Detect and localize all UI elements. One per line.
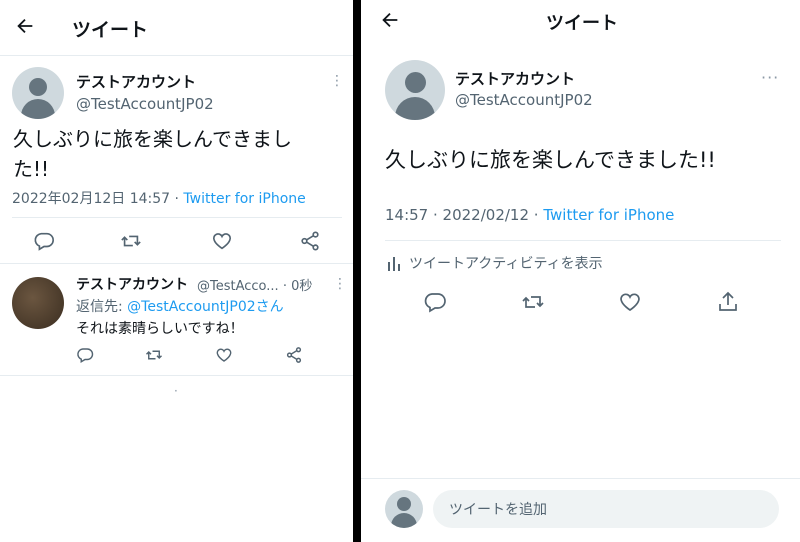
- reply-avatar[interactable]: [12, 277, 64, 329]
- replying-to-link[interactable]: @TestAccountJP02さん: [127, 299, 283, 315]
- tweet-activity-link[interactable]: ツイートアクティビティを表示: [387, 253, 603, 273]
- display-name[interactable]: テストアカウント: [76, 71, 196, 92]
- more-options-button[interactable]: ···: [761, 68, 779, 87]
- like-icon: [618, 290, 642, 314]
- reply-button[interactable]: [423, 290, 447, 318]
- left-panel: ツイート テストアカウント @TestAccountJP02 ⋮ 久しぶりに旅を…: [0, 0, 353, 542]
- reply-more-options-button[interactable]: ⋮: [333, 276, 348, 292]
- meta-dot-2: ·: [529, 206, 544, 224]
- user-handle[interactable]: @TestAccountJP02: [455, 91, 593, 109]
- avatar[interactable]: [12, 67, 64, 119]
- share-icon: [299, 230, 321, 252]
- like-button[interactable]: [618, 290, 642, 318]
- share-button[interactable]: [716, 290, 740, 318]
- share-button[interactable]: [299, 230, 321, 256]
- reply-handle-time[interactable]: @TestAcco... · 0秒: [197, 275, 312, 294]
- retweet-icon: [120, 230, 142, 252]
- tweet-text-line-1: 久しぶりに旅を楽しんできまし: [13, 127, 292, 151]
- back-button[interactable]: [14, 15, 36, 41]
- tweet-source-link[interactable]: Twitter for iPhone: [543, 206, 674, 224]
- reply-composer-input[interactable]: ツイートを追加: [433, 490, 779, 528]
- display-name[interactable]: テストアカウント: [455, 68, 575, 89]
- reply-share-button[interactable]: [285, 346, 303, 368]
- reply-icon: [33, 230, 55, 252]
- tweet-text: 久しぶりに旅を楽しんできまし た!!: [13, 124, 292, 184]
- tweet-source-link[interactable]: Twitter for iPhone: [183, 191, 305, 207]
- reply-button[interactable]: [33, 230, 55, 256]
- replying-to: 返信先: @TestAccountJP02さん: [76, 296, 284, 316]
- share-upload-icon: [716, 290, 740, 314]
- like-button[interactable]: [211, 230, 233, 256]
- tweet-time: 14:57: [385, 206, 429, 224]
- more-options-button[interactable]: ⋮: [330, 73, 345, 89]
- back-arrow-icon: [14, 15, 36, 37]
- analytics-icon: [387, 255, 401, 271]
- retweet-button[interactable]: [521, 290, 545, 318]
- like-icon: [215, 346, 233, 364]
- tweet-datetime: 2022年02月12日 14:57: [12, 191, 171, 207]
- retweet-icon: [521, 290, 545, 314]
- panel-divider: [353, 0, 361, 542]
- like-icon: [211, 230, 233, 252]
- retweet-button[interactable]: [120, 230, 142, 256]
- back-button[interactable]: [379, 9, 401, 35]
- reply-text: それは素晴らしいですね！: [76, 321, 244, 337]
- avatar[interactable]: [385, 60, 445, 120]
- share-icon: [285, 346, 303, 364]
- header-divider: [0, 55, 353, 56]
- meta-divider: [12, 217, 342, 218]
- tweet-text-line-2: た!!: [13, 157, 50, 181]
- tweet-meta: 14:57 · 2022/02/12 · Twitter for iPhone: [385, 206, 674, 224]
- tweet-activity-label: ツイートアクティビティを表示: [409, 256, 603, 272]
- loading-dot: ·: [174, 384, 178, 398]
- composer-avatar: [385, 490, 423, 528]
- meta-dot-1: ·: [428, 206, 443, 224]
- tweet-text: 久しぶりに旅を楽しんできました!!: [385, 148, 716, 172]
- reply-reply-button[interactable]: [76, 346, 94, 368]
- reply-icon: [423, 290, 447, 314]
- page-title: ツイート: [72, 19, 149, 41]
- composer-divider: [361, 478, 800, 479]
- reply-retweet-button[interactable]: [145, 346, 163, 368]
- reply-like-button[interactable]: [215, 346, 233, 368]
- tweet-meta: 2022年02月12日 14:57 · Twitter for iPhone: [12, 188, 306, 208]
- right-panel: ツイート テストアカウント @TestAccountJP02 ··· 久しぶりに…: [361, 0, 800, 542]
- user-handle[interactable]: @TestAccountJP02: [76, 95, 214, 113]
- reply-divider: [0, 375, 353, 376]
- reply-display-name[interactable]: テストアカウント: [76, 274, 188, 294]
- meta-divider: [385, 240, 781, 241]
- retweet-icon: [145, 346, 163, 364]
- page-title: ツイート: [546, 13, 618, 34]
- reply-composer-placeholder: ツイートを追加: [449, 502, 547, 518]
- meta-dot: ·: [170, 191, 184, 207]
- tweet-date: 2022/02/12: [442, 206, 530, 224]
- back-arrow-icon: [379, 9, 401, 31]
- tweet-divider: [0, 263, 353, 264]
- reply-icon: [76, 346, 94, 364]
- replying-to-prefix: 返信先:: [76, 299, 128, 315]
